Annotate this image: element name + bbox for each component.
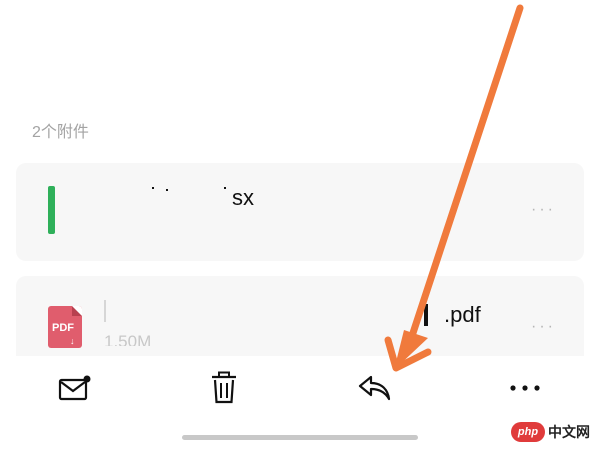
attachment-more-button[interactable]: ··· bbox=[531, 318, 556, 336]
reply-button[interactable] bbox=[355, 368, 395, 408]
trash-icon bbox=[212, 371, 236, 404]
xlsx-file-icon bbox=[48, 186, 55, 234]
pdf-icon-label: PDF bbox=[52, 322, 74, 334]
name-fragment bbox=[424, 304, 428, 326]
delete-button[interactable] bbox=[204, 368, 244, 408]
watermark-text: 中文网 bbox=[548, 424, 590, 440]
attachment-item-xlsx[interactable]: sx ··· bbox=[16, 163, 584, 261]
home-indicator bbox=[182, 435, 418, 440]
attachments-header: 2个附件 bbox=[32, 124, 89, 141]
mail-unread-icon bbox=[58, 375, 91, 401]
attachment-name: .pdf bbox=[444, 302, 481, 327]
more-actions-button[interactable] bbox=[505, 368, 545, 408]
watermark: php 中文网 bbox=[507, 420, 594, 444]
name-fragment bbox=[152, 187, 154, 189]
mark-unread-button[interactable] bbox=[55, 368, 95, 408]
more-icon bbox=[510, 385, 540, 391]
pdf-file-icon: PDF ↓ bbox=[48, 306, 82, 348]
reply-icon bbox=[358, 375, 391, 401]
attachment-more-button[interactable]: ··· bbox=[531, 201, 556, 219]
name-fragment bbox=[224, 187, 226, 189]
attachment-size: 1.50M bbox=[104, 332, 152, 346]
watermark-logo: php bbox=[511, 422, 545, 442]
attachment-name: sx bbox=[232, 185, 254, 210]
name-fragment bbox=[166, 189, 168, 191]
name-fragment bbox=[104, 300, 106, 322]
attachment-item-pdf[interactable]: PDF ↓ 1.50M .pdf ··· bbox=[16, 276, 584, 356]
